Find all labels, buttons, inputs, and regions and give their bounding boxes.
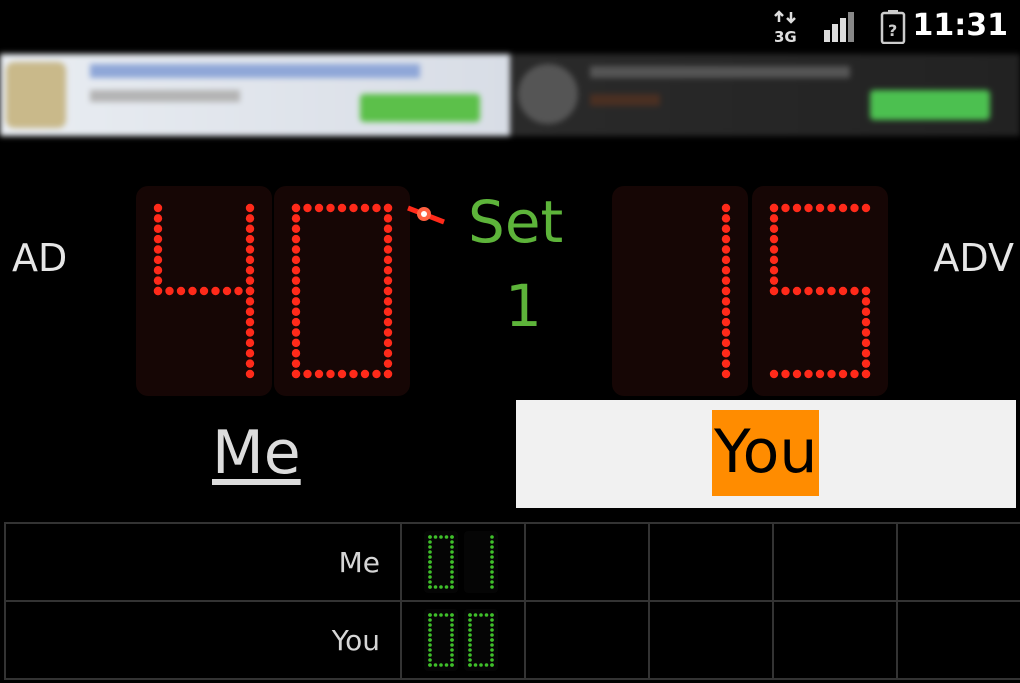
empty-set-cell (524, 600, 650, 680)
set-scores-table: Me You (4, 522, 1020, 680)
table-row: Me (4, 522, 1020, 602)
serve-indicator-icon (404, 196, 446, 232)
player-you-label: You (712, 410, 820, 496)
clock: 11:31 (912, 8, 1009, 43)
network-3g-icon: 3G (772, 10, 800, 46)
player-me-button[interactable]: Me (212, 418, 301, 488)
empty-set-cell (524, 522, 650, 602)
set-number: 1 (505, 272, 542, 340)
row-player-name: You (4, 600, 402, 680)
player-you-button[interactable]: You (516, 400, 1016, 508)
you-score-digit-1[interactable] (612, 186, 748, 396)
status-bar: 3G ? 11:31 (0, 0, 1020, 54)
empty-set-cell (772, 522, 898, 602)
set-digit (424, 609, 458, 671)
svg-text:3G: 3G (774, 28, 797, 44)
signal-strength-icon (822, 10, 858, 44)
set-label: Set (468, 188, 564, 256)
svg-text:?: ? (888, 21, 897, 40)
me-advantage-label: AD (12, 236, 68, 280)
empty-set-cell (772, 600, 898, 680)
battery-unknown-icon: ? (880, 10, 906, 45)
ad-banner[interactable] (0, 54, 1020, 136)
you-advantage-label: ADV (933, 236, 1014, 280)
empty-set-cell (896, 600, 1020, 680)
set-digit (464, 531, 498, 593)
me-score-digit-2[interactable] (274, 186, 410, 396)
you-score-digit-2[interactable] (752, 186, 888, 396)
set-score-cell (400, 522, 526, 602)
row-player-name: Me (4, 522, 402, 602)
empty-set-cell (896, 522, 1020, 602)
me-score-digit-1[interactable] (136, 186, 272, 396)
set-digit (424, 531, 458, 593)
set-digit (464, 609, 498, 671)
table-row: You (4, 600, 1020, 680)
empty-set-cell (648, 600, 774, 680)
empty-set-cell (648, 522, 774, 602)
set-score-cell (400, 600, 526, 680)
